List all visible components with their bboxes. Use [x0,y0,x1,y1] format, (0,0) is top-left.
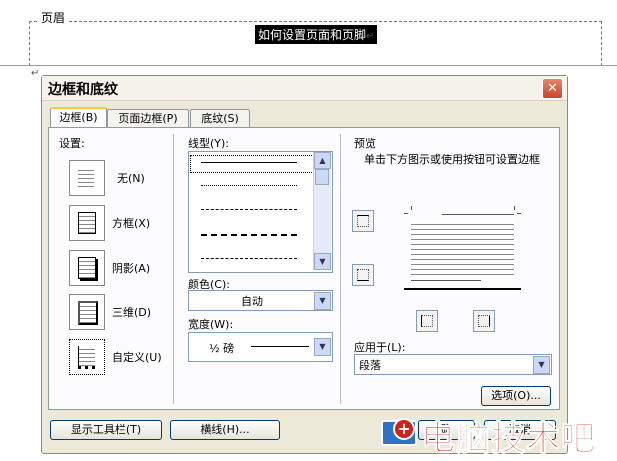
setting-3d-label: 三维(D) [112,306,152,319]
tab-panel: 设置: 无(N) 方框(X) 阴影(A) 三维(D) 自定义(U) 线型(Y): [48,127,560,410]
setting-none-label: 无(N) [117,172,145,185]
scroll-down-icon[interactable]: ▼ [314,253,331,270]
border-none-icon [78,167,94,187]
horizontal-line-button[interactable]: 横线(H)... [170,420,280,440]
preview-text-lines [411,220,514,278]
setting-box-label: 方框(X) [112,217,151,230]
color-select[interactable]: 自动 ▼ [188,290,333,311]
divider [173,134,174,404]
bottom-border-icon [357,269,369,281]
setting-3d-button[interactable] [69,294,105,330]
paragraph-mark: ↵ [366,31,375,42]
line-style-scrollbar[interactable]: ▲ ▼ [313,152,331,270]
preview-bottom-border [404,288,521,290]
border-preview[interactable] [404,206,521,296]
right-border-icon [478,315,490,327]
setting-box-button[interactable] [69,205,105,241]
setting-shadow-label: 阴影(A) [112,262,151,275]
dialog-title: 边框和底纹 [48,82,118,98]
plus-icon: + [393,418,415,440]
line-style-dash-dot[interactable] [201,258,297,259]
line-style-label: 线型(Y): [188,137,230,150]
show-toolbar-button[interactable]: 显示工具栏(T) [50,420,162,440]
chevron-down-icon[interactable]: ▼ [314,338,331,356]
left-border-button[interactable] [416,310,438,332]
close-icon[interactable]: ✕ [542,78,563,99]
top-border-button[interactable] [352,210,374,232]
apply-to-select[interactable]: 段落 ▼ [354,354,552,375]
border-box-icon [78,212,96,234]
width-line-sample [251,346,309,347]
setting-custom-button[interactable] [69,339,105,375]
line-style-dotted[interactable] [201,185,297,186]
header-tab-label: 页眉 [38,9,69,26]
setting-shadow-button[interactable] [69,250,105,286]
preview-label: 预览 [354,137,376,150]
page-edge-line [0,65,617,66]
watermark-logo: + [379,414,419,448]
line-style-dashed[interactable] [201,209,297,210]
setting-custom-label: 自定义(U) [112,351,162,364]
line-style-solid[interactable] [201,162,297,163]
border-custom-icon [78,346,95,369]
border-shadow-icon [78,257,96,279]
preview-hint: 单击下方图示或使用按钮可设置边框 [364,153,540,166]
right-border-button[interactable] [473,310,495,332]
options-button[interactable]: 选项(O)... [481,386,551,406]
dialog-titlebar[interactable]: 边框和底纹 ✕ [42,76,567,101]
tab-borders[interactable]: 边框(B) [50,107,107,129]
paragraph-mark: ↵ [31,68,40,79]
apply-to-label: 应用于(L): [354,341,406,354]
selected-line-style[interactable] [190,155,314,173]
border-3d-icon [78,301,98,325]
tab-page-border[interactable]: 页面边框(P) [107,109,189,128]
left-border-icon [421,315,433,327]
tab-shading[interactable]: 底纹(S) [190,109,250,128]
apply-to-value: 段落 [359,359,381,372]
line-style-list[interactable]: ▲ ▼ [188,151,333,273]
scroll-up-icon[interactable]: ▲ [314,152,331,169]
color-value: 自动 [241,295,263,308]
scroll-thumb[interactable] [315,169,329,185]
divider [340,134,341,404]
borders-and-shading-dialog: 边框和底纹 ✕ 边框(B) 页面边框(P) 底纹(S) 设置: 无(N) 方框(… [41,75,568,454]
bottom-border-button[interactable] [352,264,374,286]
top-border-icon [357,215,369,227]
watermark-text: 电脑技术吧 [421,419,596,460]
line-style-long-dash[interactable] [201,234,297,236]
chevron-down-icon[interactable]: ▼ [533,356,550,374]
width-select[interactable]: ½ 磅 ▼ [188,332,333,362]
setting-none-button[interactable] [69,160,105,196]
chevron-down-icon[interactable]: ▼ [314,292,331,310]
width-label: 宽度(W): [188,318,234,331]
settings-label: 设置: [59,137,85,150]
selected-header-text: 如何设置页面和页脚↵ [255,25,378,44]
width-value: ½ 磅 [209,342,235,355]
